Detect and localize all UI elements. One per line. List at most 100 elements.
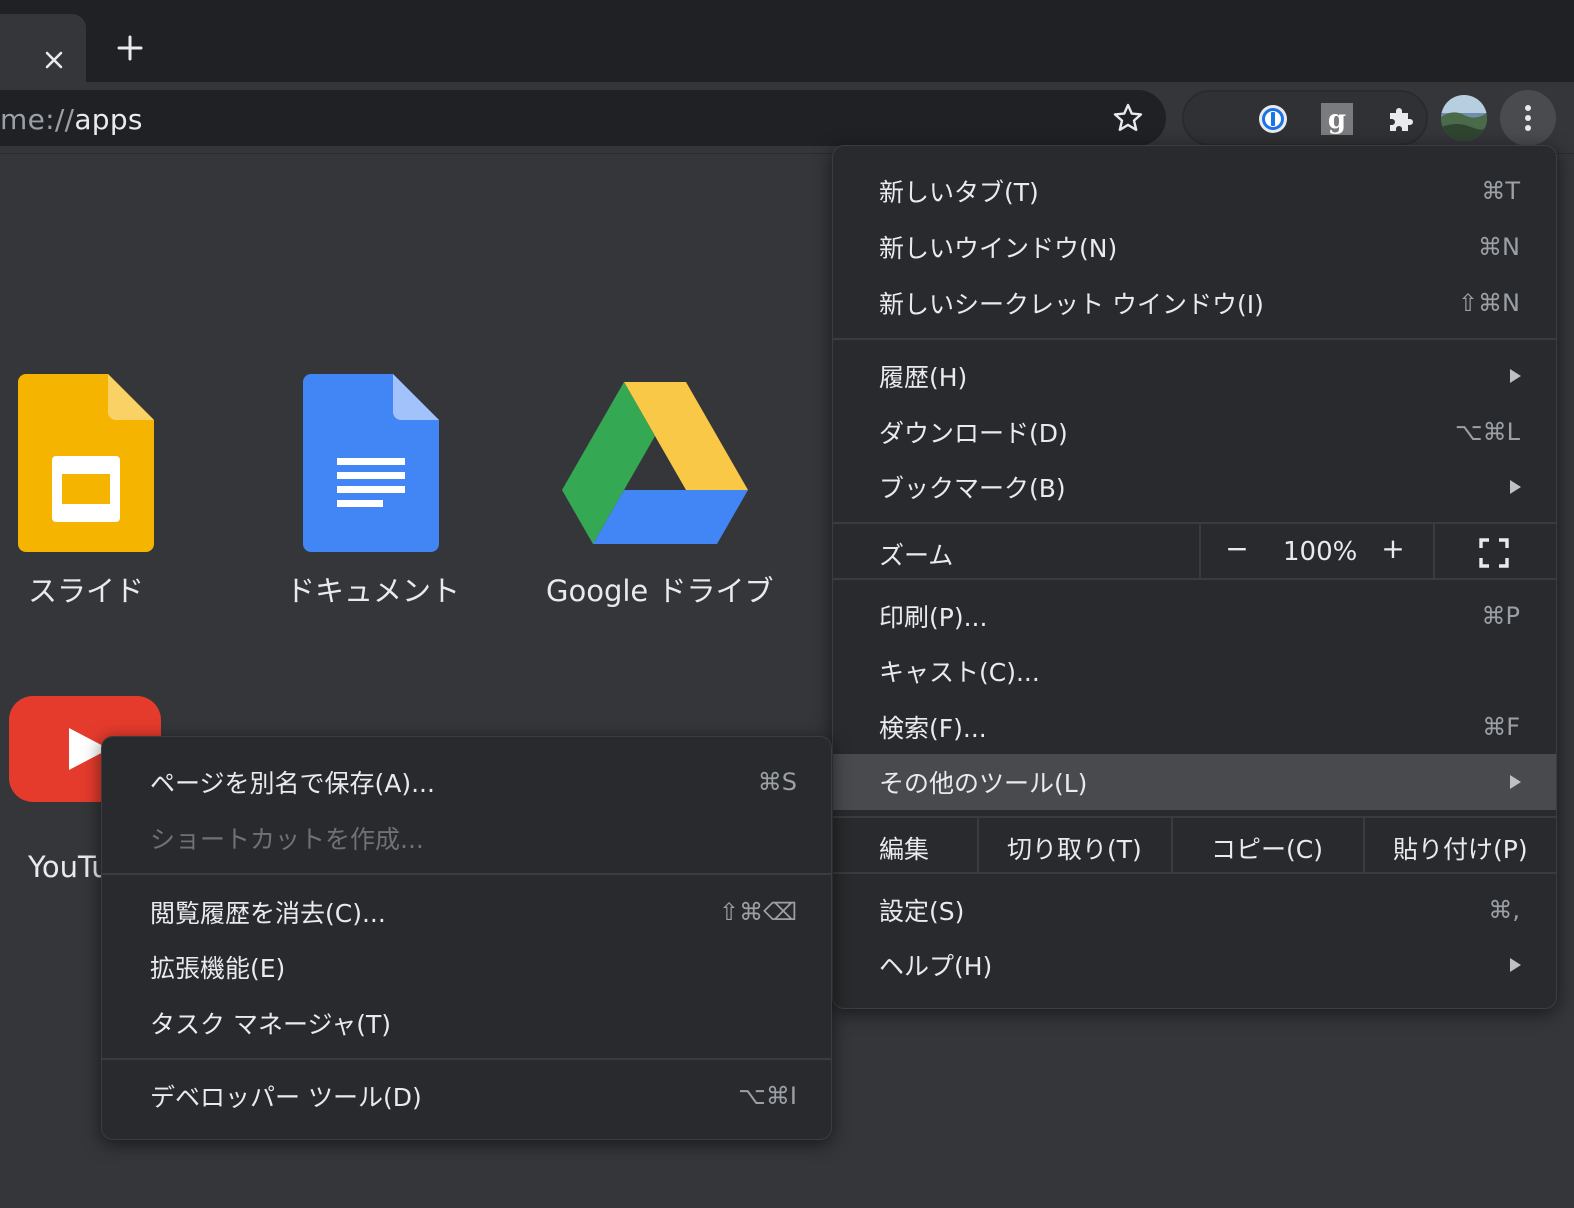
app-label-slides: スライド (28, 574, 145, 608)
more-tools-submenu: ページを別名で保存(A)... ⌘S ショートカットを作成... 閲覧履歴を消去… (101, 736, 832, 1140)
zoom-divider (1433, 524, 1435, 578)
toolbar: me://apps g (0, 82, 1574, 154)
slides-icon (18, 374, 154, 552)
plus-icon (117, 35, 143, 61)
menu-item-label: 履歴(H) (879, 363, 968, 392)
edit-divider (977, 818, 979, 872)
app-docs[interactable] (303, 374, 439, 558)
menu-item-create-shortcut: ショートカットを作成... (102, 810, 831, 866)
tab-close-button[interactable] (38, 44, 70, 76)
menu-item-shortcut: ⌥⌘L (1454, 418, 1520, 446)
menu-item-label: タスク マネージャ(T) (150, 1010, 391, 1039)
menu-item-find[interactable]: 検索(F)... ⌘F (833, 699, 1556, 755)
chrome-menu-button[interactable] (1500, 90, 1556, 146)
close-icon (45, 51, 63, 69)
menu-item-label: キャスト(C)... (879, 658, 1040, 687)
url-text[interactable]: me://apps (0, 103, 143, 136)
menu-item-new-window[interactable]: 新しいウインドウ(N) ⌘N (833, 219, 1556, 275)
url-scheme: me:// (0, 103, 75, 136)
menu-item-shortcut: ⌘T (1481, 177, 1520, 205)
cut-button[interactable]: 切り取り(T) (1007, 830, 1142, 866)
menu-item-history[interactable]: 履歴(H) (833, 348, 1556, 404)
submenu-arrow-icon (1510, 775, 1521, 789)
zoom-level: 100% (1283, 537, 1358, 567)
menu-item-label: ヘルプ(H) (879, 952, 993, 981)
google-g-icon: g (1321, 103, 1353, 135)
google-extension[interactable]: g (1320, 102, 1354, 136)
tab-strip (0, 0, 1574, 84)
new-tab-button[interactable] (110, 30, 150, 66)
menu-item-clear-browsing-data[interactable]: 閲覧履歴を消去(C)... ⇧⌘⌫ (102, 884, 831, 940)
zoom-out-button[interactable]: − (1217, 532, 1257, 565)
more-vert-icon (1525, 105, 1531, 131)
menu-item-shortcut: ⌘, (1488, 896, 1520, 924)
menu-item-settings[interactable]: 設定(S) ⌘, (833, 882, 1556, 938)
menu-item-print[interactable]: 印刷(P)... ⌘P (833, 588, 1556, 644)
menu-item-label: 検索(F)... (879, 714, 987, 743)
submenu-arrow-icon (1510, 480, 1521, 494)
menu-item-downloads[interactable]: ダウンロード(D) ⌥⌘L (833, 404, 1556, 460)
zoom-in-button[interactable]: + (1373, 532, 1413, 565)
menu-item-more-tools[interactable]: その他のツール(L) (833, 754, 1556, 810)
submenu-arrow-icon (1510, 369, 1521, 383)
menu-item-developer-tools[interactable]: デベロッパー ツール(D) ⌥⌘I (102, 1068, 831, 1124)
app-drive[interactable] (562, 382, 748, 550)
menu-separator (102, 873, 831, 875)
menu-item-label: 閲覧履歴を消去(C)... (150, 899, 386, 928)
url-host: apps (74, 103, 143, 136)
fullscreen-icon[interactable] (1479, 538, 1509, 568)
tab-apps[interactable] (0, 14, 86, 84)
menu-item-shortcut: ⌘N (1478, 233, 1520, 261)
profile-avatar[interactable] (1441, 95, 1487, 141)
menu-item-shortcut: ⌥⌘I (738, 1082, 797, 1110)
app-label-youtube: YouTu (28, 850, 110, 884)
password-manager-extension[interactable] (1256, 102, 1290, 136)
docs-icon (303, 374, 439, 552)
menu-item-label: 新しいタブ(T) (879, 178, 1039, 207)
menu-item-save-page-as[interactable]: ページを別名で保存(A)... ⌘S (102, 754, 831, 810)
browser-window: me://apps g スライド ドキュメント Google ドライブ YouT… (0, 0, 1574, 1208)
menu-item-label: 新しいウインドウ(N) (879, 234, 1118, 263)
menu-item-label: 印刷(P)... (879, 603, 988, 632)
menu-item-label: 設定(S) (879, 897, 965, 926)
menu-item-shortcut: ⌘F (1482, 713, 1520, 741)
menu-item-label: ダウンロード(D) (879, 419, 1068, 448)
zoom-row: ズーム − 100% + (833, 522, 1556, 580)
menu-item-label: ショートカットを作成... (150, 825, 424, 854)
bookmark-star-icon[interactable] (1112, 102, 1144, 134)
menu-separator (102, 1058, 831, 1060)
edit-divider (1171, 818, 1173, 872)
app-label-drive: Google ドライブ (546, 574, 774, 608)
zoom-divider (1199, 524, 1201, 578)
menu-item-shortcut: ⌘P (1481, 602, 1520, 630)
avatar-photo-icon (1441, 95, 1487, 141)
submenu-arrow-icon (1510, 958, 1521, 972)
extensions-button[interactable] (1384, 102, 1418, 136)
edit-label: 編集 (879, 835, 930, 864)
menu-item-label: その他のツール(L) (879, 769, 1088, 798)
menu-item-shortcut: ⌘S (757, 768, 797, 796)
omnibox[interactable]: me://apps (0, 90, 1166, 146)
onepassword-icon (1259, 105, 1287, 133)
chrome-main-menu: 新しいタブ(T) ⌘T 新しいウインドウ(N) ⌘N 新しいシークレット ウイン… (832, 145, 1557, 1009)
menu-item-label: 拡張機能(E) (150, 954, 286, 983)
app-label-docs: ドキュメント (286, 574, 461, 608)
copy-button[interactable]: コピー(C) (1211, 830, 1323, 866)
menu-item-label: ページを別名で保存(A)... (150, 769, 435, 798)
menu-item-cast[interactable]: キャスト(C)... (833, 643, 1556, 699)
menu-item-shortcut: ⇧⌘N (1457, 289, 1520, 317)
app-slides[interactable] (18, 374, 154, 558)
menu-item-task-manager[interactable]: タスク マネージャ(T) (102, 995, 831, 1051)
menu-item-help[interactable]: ヘルプ(H) (833, 937, 1556, 993)
zoom-label: ズーム (879, 541, 954, 570)
menu-item-bookmarks[interactable]: ブックマーク(B) (833, 459, 1556, 515)
menu-item-shortcut: ⇧⌘⌫ (718, 898, 797, 926)
edit-divider (1363, 818, 1365, 872)
paste-button[interactable]: 貼り付け(P) (1393, 830, 1528, 866)
menu-item-label: 新しいシークレット ウインドウ(I) (879, 290, 1264, 319)
menu-item-new-tab[interactable]: 新しいタブ(T) ⌘T (833, 163, 1556, 219)
menu-item-extensions[interactable]: 拡張機能(E) (102, 939, 831, 995)
menu-item-label: ブックマーク(B) (879, 474, 1066, 503)
edit-row: 編集 切り取り(T) コピー(C) 貼り付け(P) (833, 816, 1556, 874)
menu-item-new-incognito-window[interactable]: 新しいシークレット ウインドウ(I) ⇧⌘N (833, 275, 1556, 331)
